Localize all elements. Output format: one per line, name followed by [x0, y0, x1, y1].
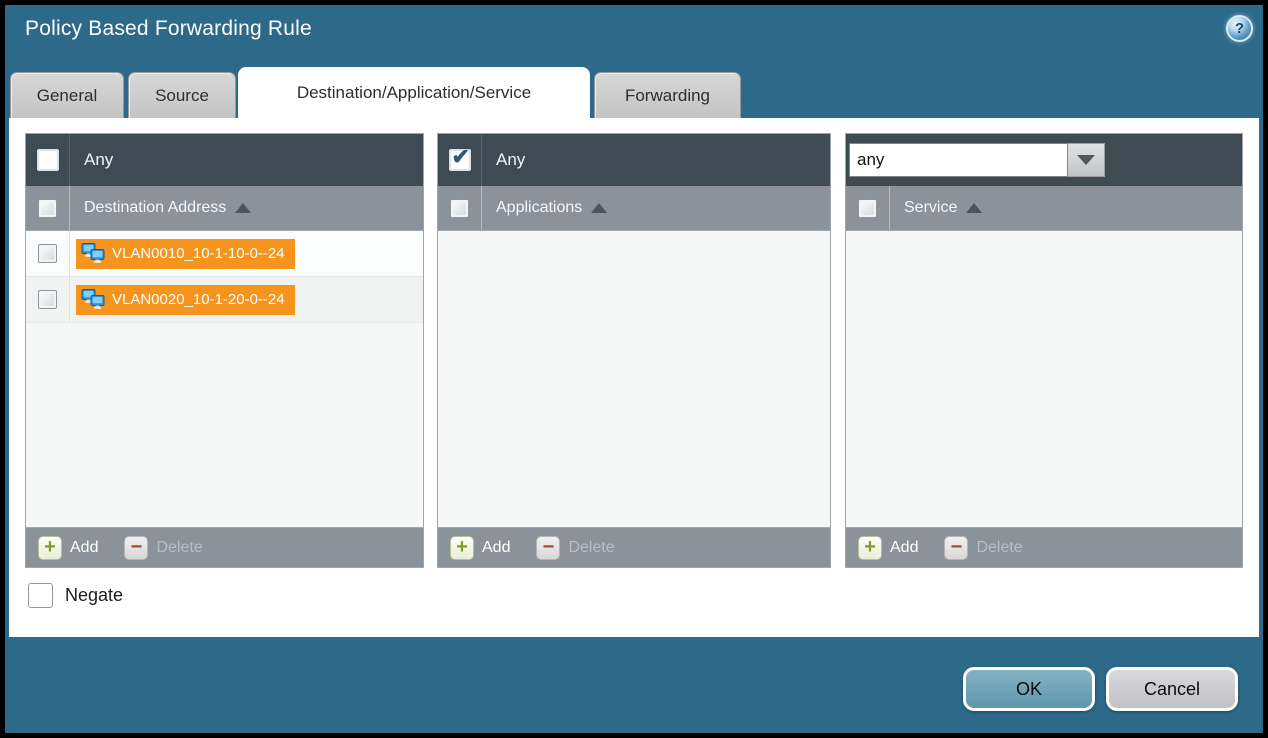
- destination-any-checkbox[interactable]: [37, 149, 59, 171]
- destination-column-header: Destination Address: [26, 186, 423, 231]
- service-select-all-checkbox[interactable]: [858, 199, 877, 218]
- applications-column-header: Applications: [438, 186, 830, 231]
- applications-list-body: [438, 231, 830, 527]
- applications-any-checkbox[interactable]: [449, 149, 471, 171]
- destination-select-all-checkbox[interactable]: [38, 199, 57, 218]
- applications-any-label: Any: [496, 150, 525, 170]
- negate-row: Negate: [28, 583, 123, 608]
- minus-icon: −: [124, 536, 148, 560]
- negate-checkbox[interactable]: [28, 583, 53, 608]
- table-row[interactable]: VLAN0020_10-1-20-0--24: [26, 277, 423, 323]
- cancel-button[interactable]: Cancel: [1106, 667, 1238, 711]
- table-row[interactable]: VLAN0010_10-1-10-0--24: [26, 231, 423, 277]
- applications-select-all-checkbox[interactable]: [450, 199, 469, 218]
- destination-any-label: Any: [84, 150, 113, 170]
- network-computers-icon: [81, 243, 105, 264]
- service-list-body: [846, 231, 1242, 527]
- service-dropdown-header: [846, 134, 1242, 186]
- delete-button[interactable]: − Delete: [944, 536, 1022, 560]
- negate-label: Negate: [65, 585, 123, 606]
- add-button[interactable]: + Add: [858, 536, 918, 560]
- destination-any-header: Any: [26, 134, 423, 186]
- destination-address-list: Any Destination Address: [25, 133, 424, 568]
- destination-list-body: VLAN0010_10-1-10-0--24: [26, 231, 423, 527]
- applications-header-label[interactable]: Applications: [496, 199, 582, 217]
- service-dropdown-button[interactable]: [1068, 143, 1105, 177]
- row-checkbox[interactable]: [38, 244, 57, 263]
- dialog-title: Policy Based Forwarding Rule: [25, 17, 312, 41]
- applications-any-header: Any: [438, 134, 830, 186]
- applications-list: Any Applications + Add − Delete: [437, 133, 831, 568]
- service-footer: + Add − Delete: [846, 527, 1242, 567]
- plus-icon: +: [450, 536, 474, 560]
- service-column-header: Service: [846, 186, 1242, 231]
- network-computers-icon: [81, 289, 105, 310]
- applications-footer: + Add − Delete: [438, 527, 830, 567]
- delete-button[interactable]: − Delete: [124, 536, 202, 560]
- tab-forwarding[interactable]: Forwarding: [594, 72, 741, 118]
- minus-icon: −: [944, 536, 968, 560]
- service-dropdown-input[interactable]: [849, 143, 1068, 177]
- destination-header-label[interactable]: Destination Address: [84, 199, 226, 217]
- tab-source[interactable]: Source: [128, 72, 236, 118]
- service-dropdown: [849, 143, 1105, 177]
- address-object-label: VLAN0020_10-1-20-0--24: [112, 291, 285, 308]
- add-button[interactable]: + Add: [450, 536, 510, 560]
- tab-destination-application-service[interactable]: Destination/Application/Service: [238, 67, 590, 119]
- minus-icon: −: [536, 536, 560, 560]
- address-object-chip[interactable]: VLAN0020_10-1-20-0--24: [76, 285, 295, 315]
- row-checkbox[interactable]: [38, 290, 57, 309]
- service-header-label[interactable]: Service: [904, 199, 957, 217]
- chevron-down-icon: [1077, 155, 1095, 165]
- add-button[interactable]: + Add: [38, 536, 98, 560]
- address-object-chip[interactable]: VLAN0010_10-1-10-0--24: [76, 239, 295, 269]
- service-list: Service + Add − Delete: [845, 133, 1243, 568]
- address-object-label: VLAN0010_10-1-10-0--24: [112, 245, 285, 262]
- plus-icon: +: [858, 536, 882, 560]
- sort-ascending-icon[interactable]: [591, 203, 607, 213]
- tab-general[interactable]: General: [10, 72, 124, 118]
- plus-icon: +: [38, 536, 62, 560]
- policy-based-forwarding-dialog: Policy Based Forwarding Rule ? General S…: [0, 0, 1268, 738]
- ok-button[interactable]: OK: [963, 667, 1095, 711]
- sort-ascending-icon[interactable]: [235, 203, 251, 213]
- help-icon[interactable]: ?: [1226, 15, 1253, 42]
- sort-ascending-icon[interactable]: [966, 203, 982, 213]
- delete-button[interactable]: − Delete: [536, 536, 614, 560]
- destination-footer: + Add − Delete: [26, 527, 423, 567]
